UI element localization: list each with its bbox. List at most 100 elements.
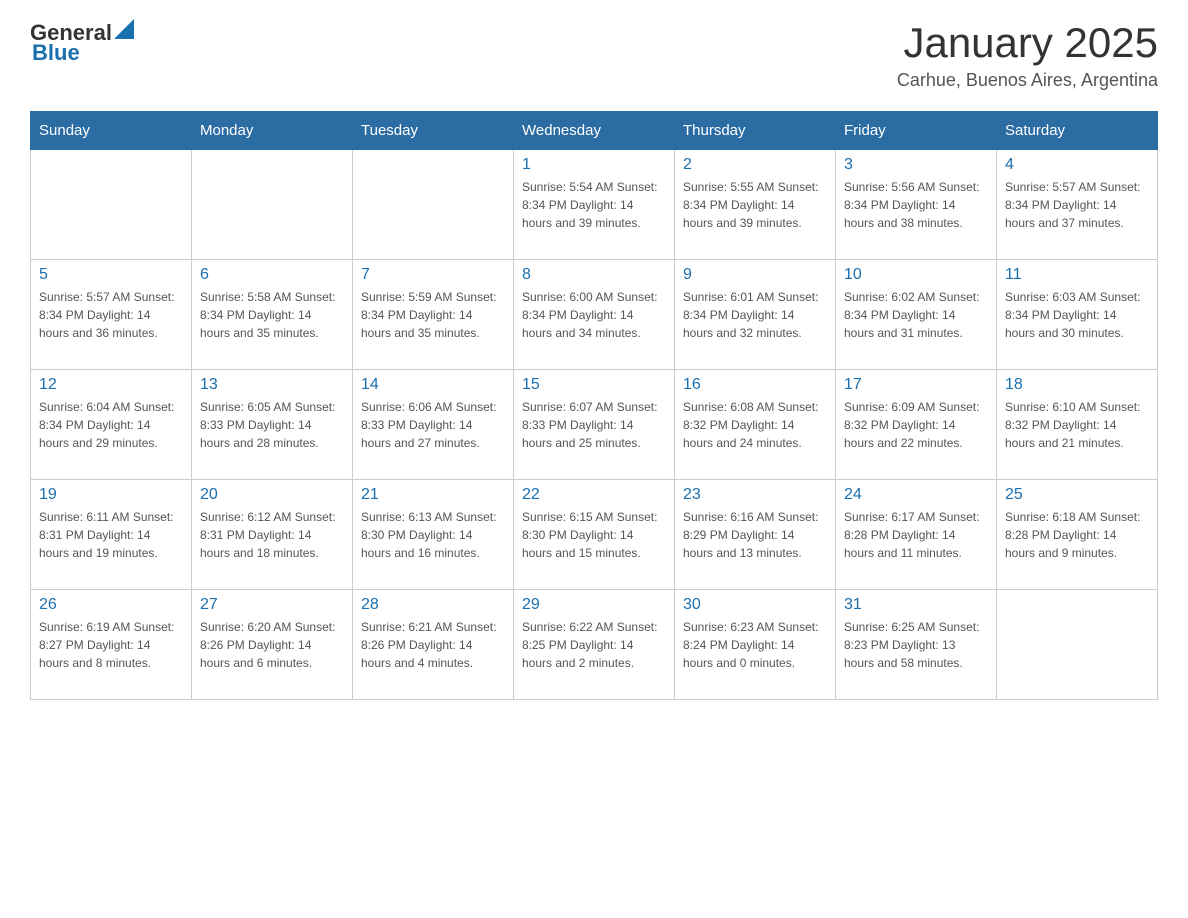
day-info: Sunrise: 6:06 AM Sunset: 8:33 PM Dayligh… [361, 398, 505, 452]
calendar-cell [192, 150, 353, 260]
day-number: 31 [844, 596, 988, 614]
calendar-cell: 14 Sunrise: 6:06 AM Sunset: 8:33 PM Dayli… [353, 370, 514, 480]
logo-blue-text: Blue [32, 40, 134, 66]
calendar-cell: 28 Sunrise: 6:21 AM Sunset: 8:26 PM Dayli… [353, 590, 514, 700]
calendar-cell: 25Sunrise: 6:18 AM Sunset: 8:28 PM Dayli… [997, 480, 1158, 590]
calendar-cell: 31 Sunrise: 6:25 AM Sunset: 8:23 PM Dayli… [836, 590, 997, 700]
col-header-sunday: Sunday [31, 112, 192, 150]
day-number: 21 [361, 486, 505, 504]
day-number: 11 [1005, 266, 1149, 284]
calendar-cell: 30Sunrise: 6:23 AM Sunset: 8:24 PM Dayli… [675, 590, 836, 700]
day-number: 26 [39, 596, 183, 614]
day-number: 17 [844, 376, 988, 394]
day-number: 27 [200, 596, 344, 614]
day-info: Sunrise: 6:22 AM Sunset: 8:25 PM Dayligh… [522, 618, 666, 672]
day-info: Sunrise: 6:10 AM Sunset: 8:32 PM Dayligh… [1005, 398, 1149, 452]
col-header-saturday: Saturday [997, 112, 1158, 150]
day-info: Sunrise: 6:08 AM Sunset: 8:32 PM Dayligh… [683, 398, 827, 452]
calendar-cell: 8 Sunrise: 6:00 AM Sunset: 8:34 PM Daylig… [514, 260, 675, 370]
day-info: Sunrise: 6:16 AM Sunset: 8:29 PM Dayligh… [683, 508, 827, 562]
day-info: Sunrise: 6:09 AM Sunset: 8:32 PM Dayligh… [844, 398, 988, 452]
calendar-cell: 29 Sunrise: 6:22 AM Sunset: 8:25 PM Dayli… [514, 590, 675, 700]
calendar-cell: 11 Sunrise: 6:03 AM Sunset: 8:34 PM Dayli… [997, 260, 1158, 370]
calendar-cell: 7 Sunrise: 5:59 AM Sunset: 8:34 PM Daylig… [353, 260, 514, 370]
day-number: 6 [200, 266, 344, 284]
day-info: Sunrise: 6:17 AM Sunset: 8:28 PM Dayligh… [844, 508, 988, 562]
calendar-cell: 16 Sunrise: 6:08 AM Sunset: 8:32 PM Dayli… [675, 370, 836, 480]
calendar-cell: 17 Sunrise: 6:09 AM Sunset: 8:32 PM Dayli… [836, 370, 997, 480]
day-number: 1 [522, 156, 666, 174]
calendar-cell: 6 Sunrise: 5:58 AM Sunset: 8:34 PM Daylig… [192, 260, 353, 370]
day-number: 25 [1005, 486, 1149, 504]
calendar-cell: 23 Sunrise: 6:16 AM Sunset: 8:29 PM Dayli… [675, 480, 836, 590]
calendar-cell: 24 Sunrise: 6:17 AM Sunset: 8:28 PM Dayli… [836, 480, 997, 590]
calendar-header-row: SundayMondayTuesdayWednesdayThursdayFrid… [31, 112, 1158, 150]
day-number: 4 [1005, 156, 1149, 174]
logo: General Blue [30, 20, 134, 66]
day-number: 29 [522, 596, 666, 614]
day-info: Sunrise: 5:57 AM Sunset: 8:34 PM Dayligh… [39, 288, 183, 342]
calendar-week-row: 1Sunrise: 5:54 AM Sunset: 8:34 PM Daylig… [31, 150, 1158, 260]
col-header-thursday: Thursday [675, 112, 836, 150]
day-info: Sunrise: 5:59 AM Sunset: 8:34 PM Dayligh… [361, 288, 505, 342]
day-number: 15 [522, 376, 666, 394]
day-number: 24 [844, 486, 988, 504]
day-number: 7 [361, 266, 505, 284]
day-number: 8 [522, 266, 666, 284]
day-number: 28 [361, 596, 505, 614]
calendar-cell: 13Sunrise: 6:05 AM Sunset: 8:33 PM Dayli… [192, 370, 353, 480]
day-number: 18 [1005, 376, 1149, 394]
day-number: 30 [683, 596, 827, 614]
calendar-week-row: 5 Sunrise: 5:57 AM Sunset: 8:34 PM Daylig… [31, 260, 1158, 370]
col-header-wednesday: Wednesday [514, 112, 675, 150]
day-info: Sunrise: 5:57 AM Sunset: 8:34 PM Dayligh… [1005, 178, 1149, 232]
day-info: Sunrise: 6:11 AM Sunset: 8:31 PM Dayligh… [39, 508, 183, 562]
calendar-cell: 12Sunrise: 6:04 AM Sunset: 8:34 PM Dayli… [31, 370, 192, 480]
page-title: January 2025 [897, 20, 1158, 66]
col-header-monday: Monday [192, 112, 353, 150]
day-info: Sunrise: 6:00 AM Sunset: 8:34 PM Dayligh… [522, 288, 666, 342]
day-info: Sunrise: 6:07 AM Sunset: 8:33 PM Dayligh… [522, 398, 666, 452]
day-number: 23 [683, 486, 827, 504]
day-number: 14 [361, 376, 505, 394]
day-info: Sunrise: 6:04 AM Sunset: 8:34 PM Dayligh… [39, 398, 183, 452]
day-number: 5 [39, 266, 183, 284]
calendar-table: SundayMondayTuesdayWednesdayThursdayFrid… [30, 111, 1158, 700]
day-info: Sunrise: 5:56 AM Sunset: 8:34 PM Dayligh… [844, 178, 988, 232]
day-info: Sunrise: 6:02 AM Sunset: 8:34 PM Dayligh… [844, 288, 988, 342]
calendar-cell: 3Sunrise: 5:56 AM Sunset: 8:34 PM Daylig… [836, 150, 997, 260]
calendar-cell: 9 Sunrise: 6:01 AM Sunset: 8:34 PM Daylig… [675, 260, 836, 370]
day-info: Sunrise: 6:03 AM Sunset: 8:34 PM Dayligh… [1005, 288, 1149, 342]
calendar-cell [31, 150, 192, 260]
day-info: Sunrise: 6:01 AM Sunset: 8:34 PM Dayligh… [683, 288, 827, 342]
day-info: Sunrise: 5:58 AM Sunset: 8:34 PM Dayligh… [200, 288, 344, 342]
calendar-cell: 2 Sunrise: 5:55 AM Sunset: 8:34 PM Daylig… [675, 150, 836, 260]
logo-triangle-icon [114, 19, 134, 39]
day-number: 9 [683, 266, 827, 284]
calendar-cell: 21 Sunrise: 6:13 AM Sunset: 8:30 PM Dayli… [353, 480, 514, 590]
calendar-cell: 26 Sunrise: 6:19 AM Sunset: 8:27 PM Dayli… [31, 590, 192, 700]
calendar-cell: 22Sunrise: 6:15 AM Sunset: 8:30 PM Dayli… [514, 480, 675, 590]
day-info: Sunrise: 5:55 AM Sunset: 8:34 PM Dayligh… [683, 178, 827, 232]
calendar-cell: 5 Sunrise: 5:57 AM Sunset: 8:34 PM Daylig… [31, 260, 192, 370]
day-info: Sunrise: 6:25 AM Sunset: 8:23 PM Dayligh… [844, 618, 988, 672]
col-header-tuesday: Tuesday [353, 112, 514, 150]
day-number: 10 [844, 266, 988, 284]
day-number: 20 [200, 486, 344, 504]
day-info: Sunrise: 6:13 AM Sunset: 8:30 PM Dayligh… [361, 508, 505, 562]
calendar-cell: 1Sunrise: 5:54 AM Sunset: 8:34 PM Daylig… [514, 150, 675, 260]
calendar-week-row: 12Sunrise: 6:04 AM Sunset: 8:34 PM Dayli… [31, 370, 1158, 480]
calendar-cell: 18 Sunrise: 6:10 AM Sunset: 8:32 PM Dayli… [997, 370, 1158, 480]
calendar-cell: 19Sunrise: 6:11 AM Sunset: 8:31 PM Dayli… [31, 480, 192, 590]
day-info: Sunrise: 6:19 AM Sunset: 8:27 PM Dayligh… [39, 618, 183, 672]
day-number: 2 [683, 156, 827, 174]
calendar-week-row: 26 Sunrise: 6:19 AM Sunset: 8:27 PM Dayli… [31, 590, 1158, 700]
calendar-cell: 4 Sunrise: 5:57 AM Sunset: 8:34 PM Daylig… [997, 150, 1158, 260]
page-subtitle: Carhue, Buenos Aires, Argentina [897, 70, 1158, 91]
day-number: 16 [683, 376, 827, 394]
day-info: Sunrise: 6:21 AM Sunset: 8:26 PM Dayligh… [361, 618, 505, 672]
col-header-friday: Friday [836, 112, 997, 150]
calendar-cell [997, 590, 1158, 700]
day-info: Sunrise: 6:20 AM Sunset: 8:26 PM Dayligh… [200, 618, 344, 672]
day-number: 22 [522, 486, 666, 504]
